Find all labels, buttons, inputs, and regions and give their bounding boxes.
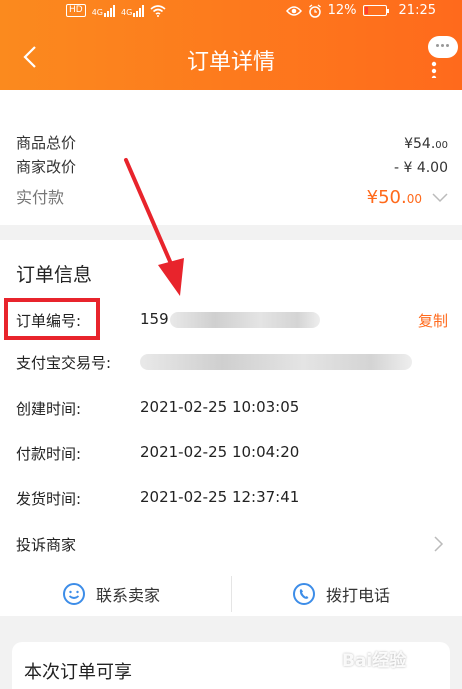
- paid-amount-row[interactable]: 实付款 ¥50.00: [16, 184, 448, 208]
- created-time-value: 2021-02-25 10:03:05: [140, 398, 300, 416]
- paid-amount-value: ¥50.00: [367, 187, 448, 208]
- blurred-alipay-number: [140, 354, 412, 370]
- battery-icon: [362, 5, 389, 16]
- baidu-watermark: Bai经验: [342, 651, 407, 671]
- seller-adjust-value: - ¥ 4.00: [393, 160, 448, 176]
- call-phone-label: 拨打电话: [326, 586, 391, 605]
- phone-icon: [293, 583, 315, 605]
- complain-seller-row[interactable]: 投诉商家: [16, 532, 448, 556]
- chevron-down-icon[interactable]: [432, 192, 448, 203]
- nav-bar: 订单详情: [0, 24, 462, 90]
- more-vertical-icon[interactable]: [424, 44, 444, 78]
- goods-total-value: ¥54.00: [404, 136, 448, 152]
- status-bar: HD 4G 4G 12% 21:25: [0, 0, 462, 24]
- contact-actions: 联系卖家 拨打电话: [0, 574, 462, 616]
- page-title: 订单详情: [186, 50, 275, 75]
- contact-seller-button[interactable]: 联系卖家: [62, 582, 160, 606]
- copy-button[interactable]: 复制: [418, 310, 448, 331]
- hd-badge: HD: [66, 4, 86, 17]
- chevron-right-icon: [434, 536, 444, 552]
- signal-icon-2: 4G: [121, 4, 145, 17]
- blurred-order-number: [170, 312, 320, 328]
- shipping-time-label: 发货时间:: [16, 490, 82, 508]
- shipping-time-value: 2021-02-25 12:37:41: [140, 488, 300, 506]
- order-benefits-title: 本次订单可享: [24, 662, 132, 683]
- order-number-value: 159: [140, 310, 169, 328]
- paid-amount-label: 实付款: [16, 188, 65, 207]
- eye-icon: [285, 5, 302, 16]
- order-info-title: 订单信息: [16, 264, 93, 286]
- smile-chat-icon: [63, 583, 85, 605]
- contact-seller-label: 联系卖家: [96, 586, 161, 605]
- goods-total-row: 商品总价 ¥54.00: [16, 132, 448, 153]
- seller-adjust-label: 商家改价: [16, 158, 77, 176]
- alarm-icon: [308, 3, 321, 18]
- battery-percent: 12%: [327, 3, 357, 18]
- wifi-icon: [150, 4, 166, 17]
- signal-icon-1: 4G: [92, 4, 115, 17]
- payment-time-row: 付款时间: 2021-02-25 10:04:20: [16, 441, 448, 465]
- order-info-card: 订单信息 订单编号: 159 复制 支付宝交易号: 创建时间: 2021-02-…: [0, 240, 462, 616]
- goods-total-label: 商品总价: [16, 134, 77, 152]
- price-summary-card: 商品总价 ¥54.00 商家改价 - ¥ 4.00 实付款 ¥50.00: [0, 90, 462, 225]
- seller-adjust-row: 商家改价 - ¥ 4.00: [16, 156, 448, 177]
- action-divider: [231, 576, 232, 612]
- payment-time-value: 2021-02-25 10:04:20: [140, 443, 300, 461]
- clock-time: 21:25: [398, 3, 436, 18]
- created-time-label: 创建时间:: [16, 400, 82, 418]
- complain-seller-label: 投诉商家: [16, 536, 77, 554]
- alipay-trade-label: 支付宝交易号:: [16, 354, 112, 372]
- annotation-highlight-box: [4, 298, 100, 340]
- payment-time-label: 付款时间:: [16, 445, 82, 463]
- alipay-trade-row: 支付宝交易号:: [16, 350, 448, 374]
- call-phone-button[interactable]: 拨打电话: [292, 582, 390, 606]
- created-time-row: 创建时间: 2021-02-25 10:03:05: [16, 396, 448, 420]
- shipping-time-row: 发货时间: 2021-02-25 12:37:41: [16, 486, 448, 510]
